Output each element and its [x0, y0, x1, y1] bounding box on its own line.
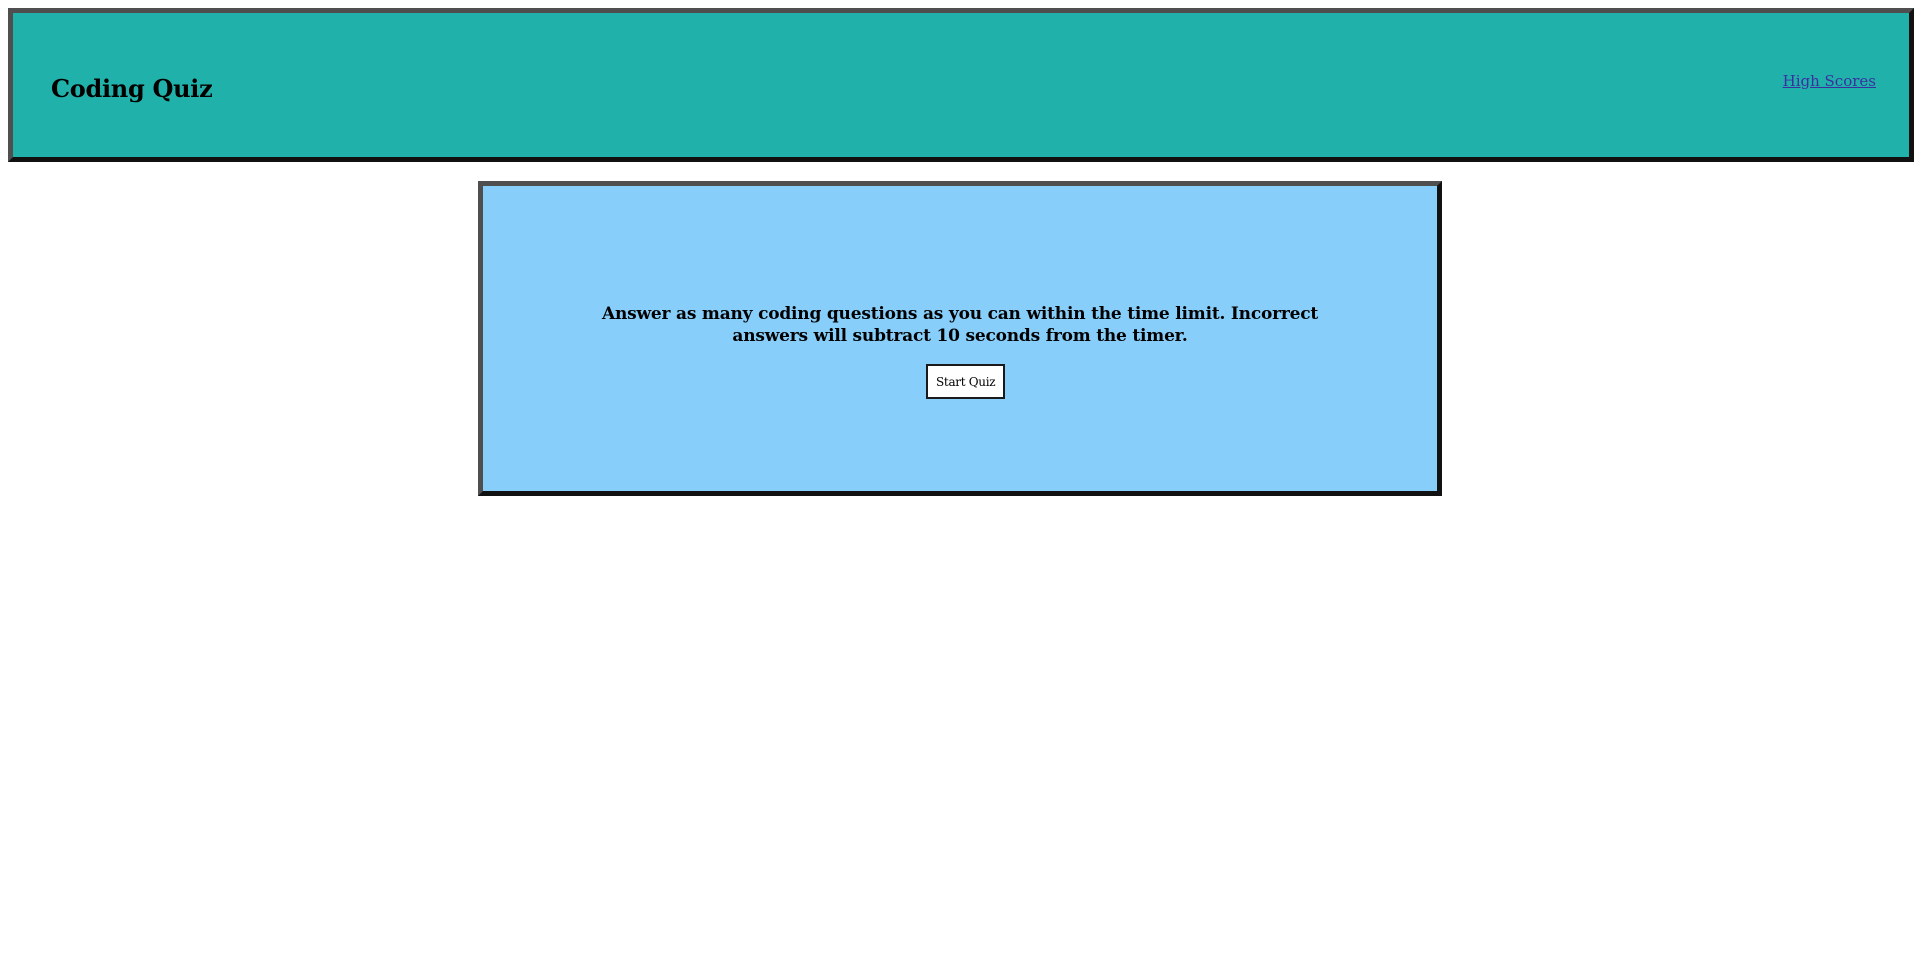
- page: Coding Quiz High Scores Answer as many c…: [0, 0, 1920, 969]
- high-scores-link[interactable]: High Scores: [1783, 72, 1876, 90]
- quiz-intro-card: Answer as many coding questions as you c…: [478, 181, 1442, 496]
- site-header: Coding Quiz High Scores: [8, 8, 1914, 162]
- start-quiz-button[interactable]: Start Quiz: [926, 364, 1006, 399]
- page-title: Coding Quiz: [51, 74, 213, 103]
- quiz-instructions: Answer as many coding questions as you c…: [601, 304, 1319, 346]
